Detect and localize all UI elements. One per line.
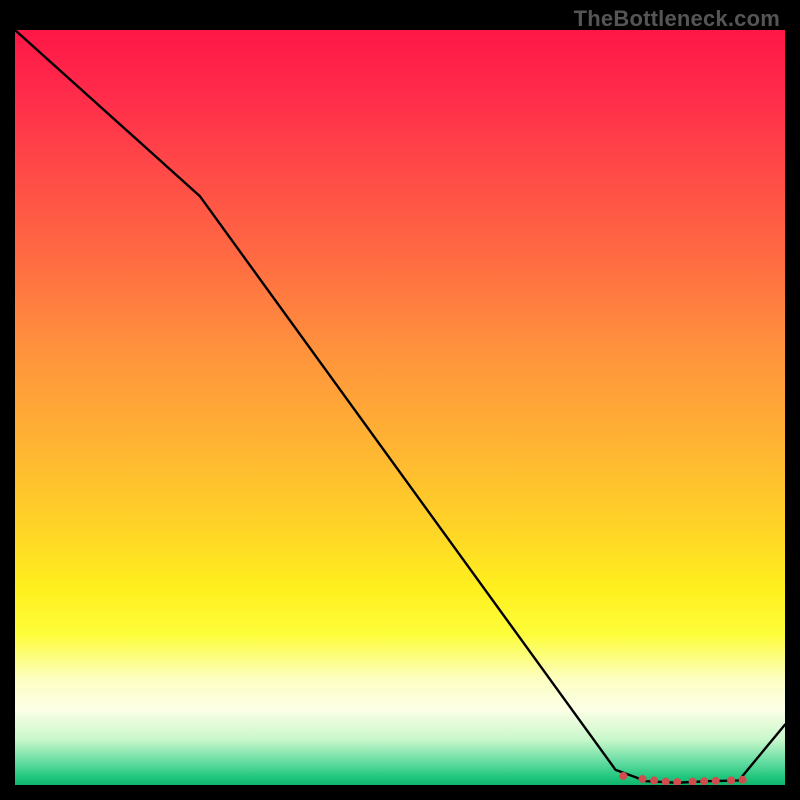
marker-dot <box>619 772 627 780</box>
marker-dot <box>639 775 647 783</box>
chart-container: TheBottleneck.com <box>0 0 800 800</box>
curve-line-group <box>15 30 785 783</box>
marker-dot <box>712 777 720 785</box>
marker-dot <box>739 776 747 784</box>
marker-dot <box>727 776 735 784</box>
marker-dot <box>689 778 697 785</box>
marker-dot <box>662 778 670 785</box>
chart-svg <box>15 30 785 785</box>
curve-line <box>15 30 785 783</box>
marker-dot <box>700 777 708 785</box>
marker-dot <box>673 778 681 785</box>
watermark-text: TheBottleneck.com <box>574 6 780 32</box>
plot-area <box>15 30 785 785</box>
marker-dot <box>650 776 658 784</box>
